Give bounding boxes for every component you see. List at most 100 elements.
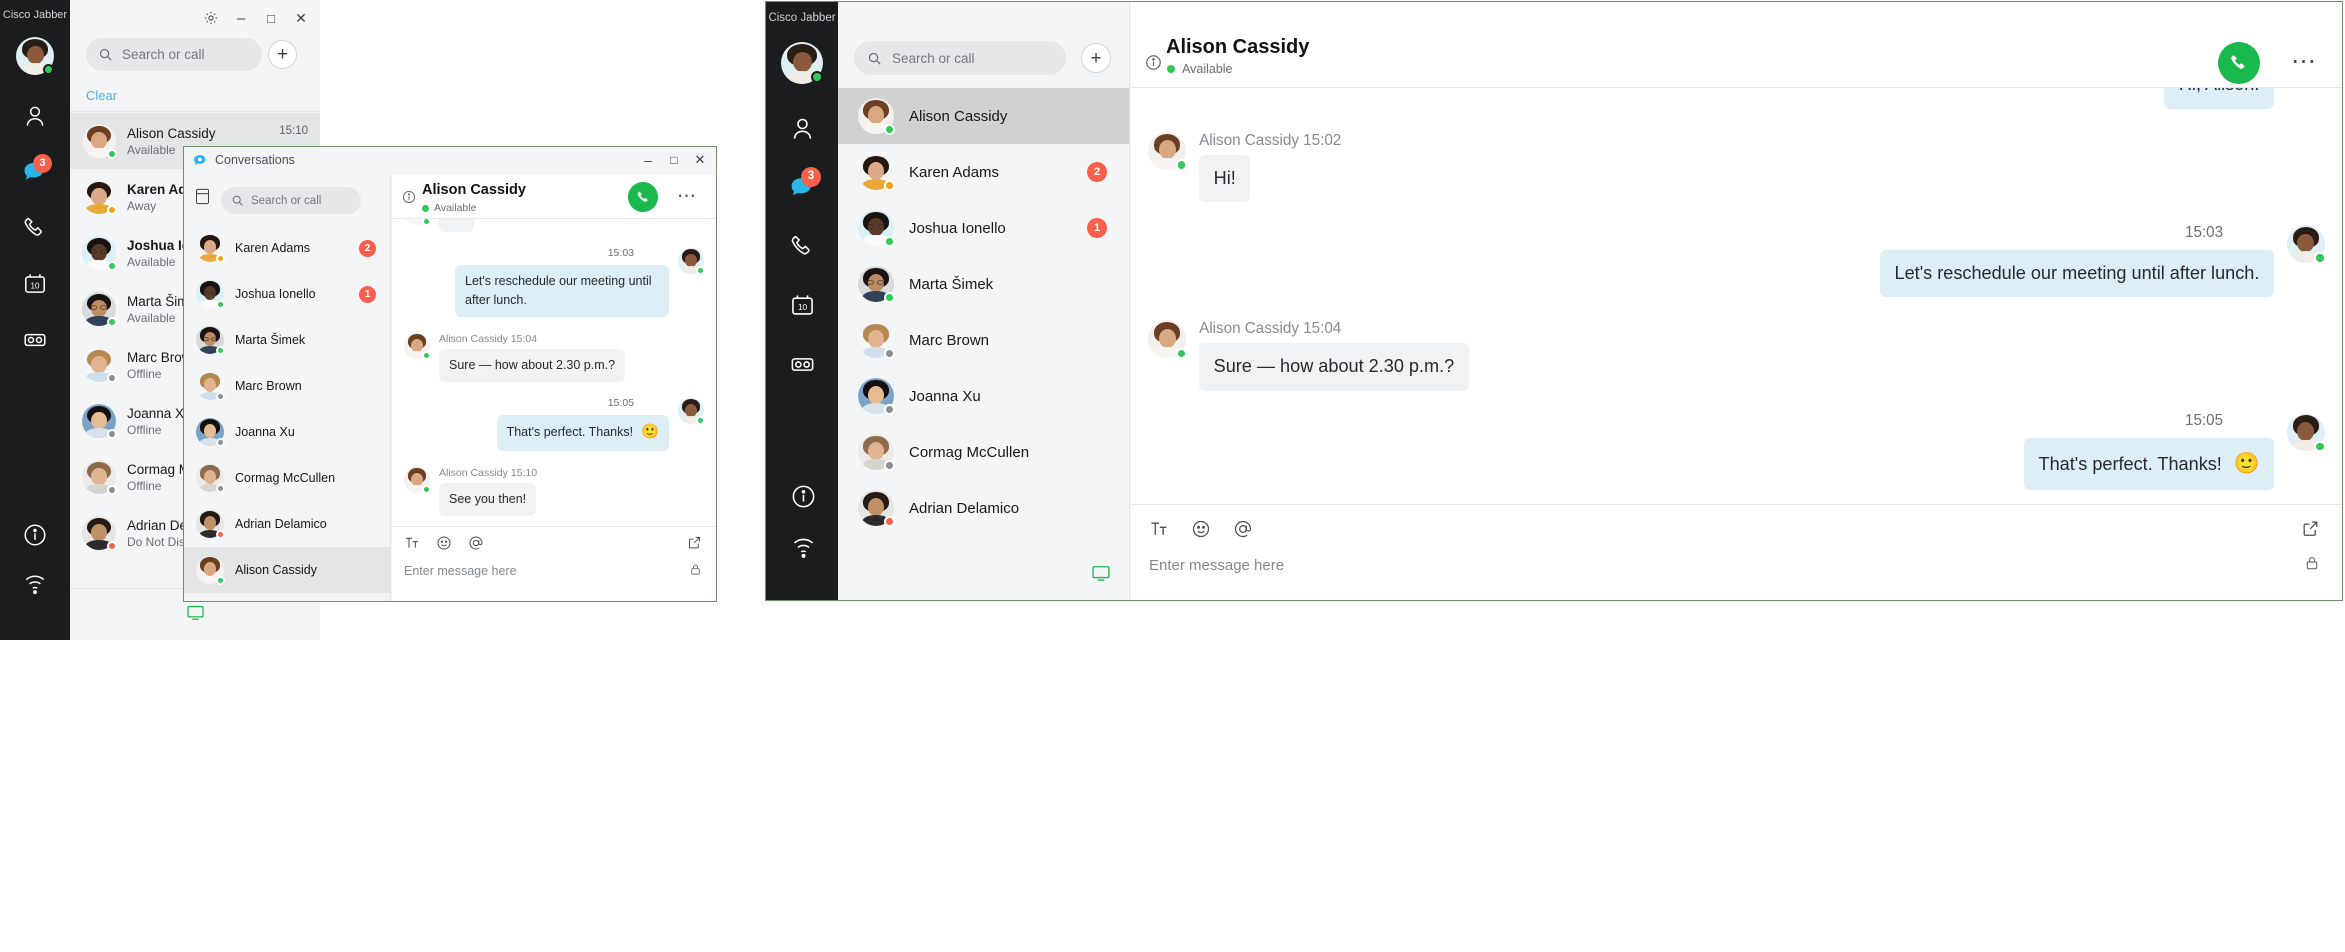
chats-icon[interactable]: 3 [784, 167, 821, 203]
right-chat-presence: Available [1167, 62, 1233, 76]
right-search-input[interactable]: Search or call [854, 41, 1066, 75]
screenshot-root: Cisco Jabber 3 10 – □ ✕ Search or call +… [0, 0, 2345, 952]
contacts-icon[interactable] [784, 112, 820, 144]
close-button[interactable]: ✕ [288, 6, 314, 30]
contact-item-joanna-xu[interactable]: Joanna Xu [838, 368, 1129, 424]
calls-icon[interactable] [784, 230, 820, 262]
message-avatar [404, 333, 431, 360]
mid-maximize-button[interactable]: □ [662, 149, 686, 171]
svg-text:10: 10 [30, 281, 40, 290]
mention-icon[interactable] [468, 535, 484, 556]
mid-search-input[interactable]: Search or call [221, 187, 361, 214]
mid-chat-presence-label: Available [434, 202, 477, 214]
right-call-button[interactable] [2218, 42, 2260, 84]
right-chat-pane: Alison Cassidy Available ⋯ 15:02 Hi, Ali… [1131, 2, 2342, 600]
popout-icon[interactable] [2301, 519, 2320, 543]
right-more-options-button[interactable]: ⋯ [2291, 46, 2318, 76]
right-contacts-list[interactable]: Alison Cassidy Karen Adams 2 Joshua Ione… [838, 88, 1129, 554]
contact-item-name: Joanna Xu [909, 387, 981, 405]
recent-item-status: Offline [127, 422, 162, 437]
popout-icon[interactable] [687, 535, 702, 555]
format-text-icon[interactable] [404, 535, 420, 556]
info-icon[interactable] [785, 480, 821, 512]
voicemail-icon[interactable] [784, 348, 820, 380]
mid-message-input[interactable]: Enter message here [404, 564, 517, 578]
conversation-item-marc-brown[interactable]: Marc Brown [184, 363, 390, 409]
conversation-item-cormag-mccullen[interactable]: Cormag McCullen [184, 455, 390, 501]
avatar [1148, 131, 1188, 171]
emoji-icon[interactable] [436, 535, 452, 556]
emoji-icon[interactable] [1191, 519, 1211, 544]
contact-item-joshua-ionello[interactable]: Joshua Ionello 1 [838, 200, 1129, 256]
contact-item-marta-imek[interactable]: Marta Šimek [838, 256, 1129, 312]
right-new-conversation-button[interactable]: + [1081, 43, 1111, 73]
unread-badge: 2 [359, 240, 376, 257]
mention-icon[interactable] [1233, 519, 1253, 544]
self-avatar[interactable] [766, 42, 838, 84]
contacts-icon[interactable] [18, 101, 52, 131]
conversation-item-adrian-delamico[interactable]: Adrian Delamico [184, 501, 390, 547]
info-icon[interactable] [402, 190, 416, 209]
info-icon[interactable] [18, 520, 52, 550]
clear-button[interactable]: Clear [86, 88, 117, 103]
search-icon [868, 52, 881, 65]
left-clear-bar: Clear [70, 82, 320, 112]
filter-icon[interactable] [194, 187, 211, 211]
conversation-item-marta-imek[interactable]: Marta Šimek [184, 317, 390, 363]
meetings-icon[interactable]: 10 [784, 289, 820, 321]
conversation-item-alison-cassidy[interactable]: Alison Cassidy [184, 547, 390, 593]
right-message-list[interactable]: 15:02 Hi, Alison! [1131, 88, 2342, 504]
conversation-item-name: Karen Adams [235, 241, 311, 255]
conversation-item-karen-adams[interactable]: Karen Adams 2 [184, 225, 390, 271]
conversation-item-name: Joshua Ionello [235, 287, 316, 301]
mid-call-button[interactable] [628, 182, 658, 212]
self-avatar[interactable] [0, 37, 70, 75]
screenshare-icon[interactable] [18, 570, 52, 600]
right-composer-tools [1149, 519, 1253, 544]
presence-dot [1167, 65, 1175, 73]
mid-conversation-list[interactable]: Karen Adams 2 Joshua Ionello 1 Marta Šim… [184, 225, 390, 601]
conversation-item-name: Marc Brown [235, 379, 302, 393]
settings-gear-icon[interactable] [198, 6, 224, 30]
presence-dot [106, 204, 117, 215]
screen-share-status-icon[interactable] [186, 603, 205, 627]
conversation-item-name: Marta Šimek [235, 333, 306, 347]
screen-share-status-icon[interactable] [1091, 563, 1111, 588]
new-conversation-button[interactable]: + [268, 40, 297, 69]
minimize-button[interactable]: – [228, 6, 254, 30]
avatar [196, 464, 225, 493]
screenshare-icon[interactable] [785, 532, 821, 564]
mid-more-options-button[interactable]: ⋯ [677, 185, 698, 208]
contact-item-karen-adams[interactable]: Karen Adams 2 [838, 144, 1129, 200]
contact-item-marc-brown[interactable]: Marc Brown [838, 312, 1129, 368]
mid-minimize-button[interactable]: – [636, 149, 660, 171]
right-message-input[interactable]: Enter message here [1149, 557, 1284, 574]
search-input[interactable]: Search or call [86, 38, 262, 71]
avatar [678, 398, 705, 425]
meetings-icon[interactable]: 10 [18, 269, 52, 299]
mid-close-button[interactable]: ✕ [688, 149, 712, 171]
conversation-item-joshua-ionello[interactable]: Joshua Ionello 1 [184, 271, 390, 317]
conversation-item-joanna-xu[interactable]: Joanna Xu [184, 409, 390, 455]
calls-icon[interactable] [18, 213, 52, 243]
svg-text:10: 10 [797, 302, 807, 312]
avatar [196, 234, 225, 263]
presence-dot [106, 148, 117, 159]
chats-icon[interactable]: 3 [18, 154, 52, 187]
info-icon[interactable] [1145, 54, 1162, 76]
contact-item-cormag-mccullen[interactable]: Cormag McCullen [838, 424, 1129, 480]
mid-message-list[interactable]: Hi! 15:03 Let's reschedule our meeting u… [392, 219, 716, 526]
message-avatar [678, 398, 705, 425]
contact-item-name: Adrian Delamico [909, 499, 1020, 517]
emoji-glyph: 🙂 [641, 424, 659, 440]
presence-dot [106, 428, 117, 439]
format-text-icon[interactable] [1149, 519, 1169, 544]
left-nav-rail: Cisco Jabber 3 10 [0, 0, 70, 640]
maximize-button[interactable]: □ [258, 6, 284, 30]
presence-dot [422, 204, 429, 212]
contact-item-alison-cassidy[interactable]: Alison Cassidy [838, 88, 1129, 144]
presence-dot [811, 71, 823, 83]
contact-item-adrian-delamico[interactable]: Adrian Delamico [838, 480, 1129, 536]
message-bubble: Sure — how about 2.30 p.m.? [1199, 343, 1469, 391]
voicemail-icon[interactable] [18, 325, 52, 355]
